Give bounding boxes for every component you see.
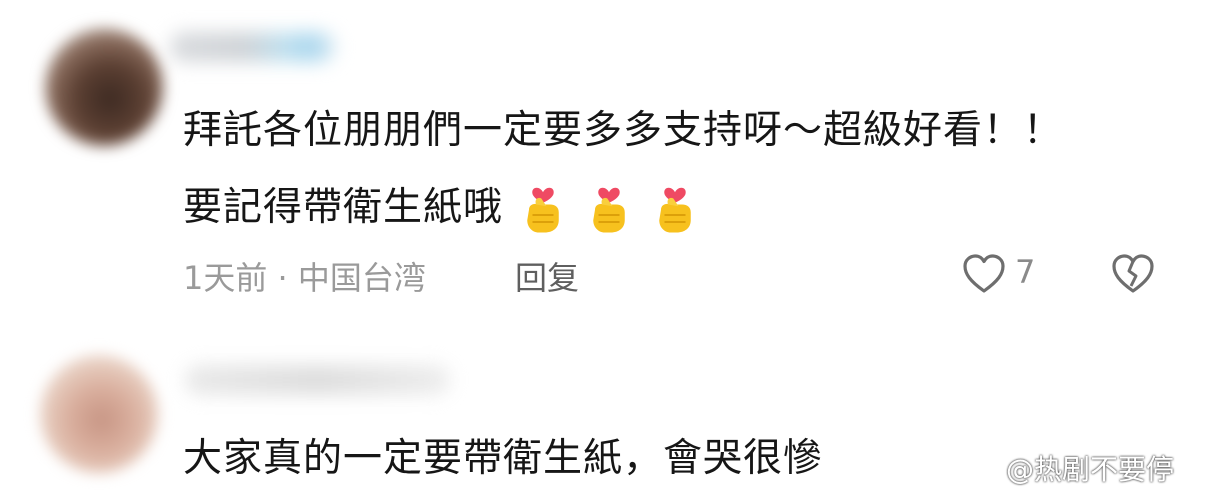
comment-meta: 1天前 · 中国台湾	[183, 259, 426, 297]
comment-text-line: 拜託各位朋朋們一定要多多支持呀～超級好看！！	[183, 108, 1064, 153]
emoji-group	[515, 180, 703, 236]
avatar[interactable]	[40, 355, 158, 473]
like-count: 7	[1015, 253, 1036, 291]
finger-heart-emoji-icon	[659, 187, 691, 233]
username-blurred[interactable]	[185, 365, 450, 395]
finger-heart-emoji-icon	[527, 187, 559, 233]
avatar[interactable]	[45, 28, 163, 146]
username-blurred[interactable]	[170, 32, 335, 62]
watermark-text: @热剧不要停	[1006, 453, 1175, 486]
broken-heart-icon[interactable]	[1109, 250, 1157, 298]
comment-item: 拜託各位朋朋們一定要多多支持呀～超級好看！！ 要記得帶衛生紙哦 1天前 · 中国…	[0, 0, 1206, 335]
weibo-logo-icon	[969, 456, 1000, 482]
heart-icon[interactable]	[960, 250, 1008, 298]
comment-text-line: 大家真的一定要帶衛生紙，會哭很慘	[183, 436, 824, 481]
comment-text-line-with-emoji: 要記得帶衛生紙哦	[183, 180, 703, 236]
watermark: @热剧不要停	[968, 448, 1174, 488]
finger-heart-emoji-icon	[593, 187, 625, 233]
comment-text: 要記得帶衛生紙哦	[183, 185, 504, 230]
reply-button[interactable]: 回复	[515, 253, 579, 299]
